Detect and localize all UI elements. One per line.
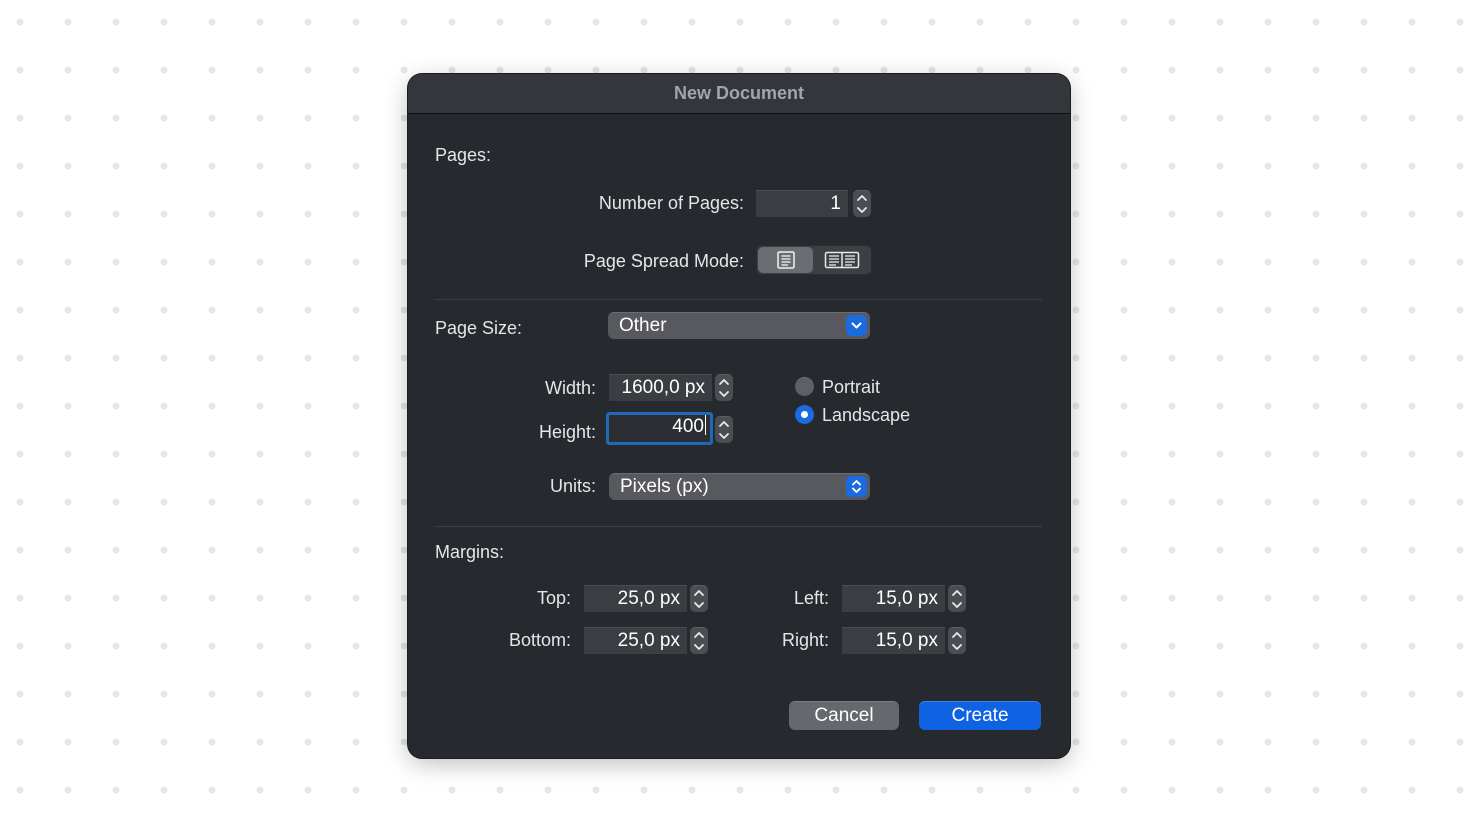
margin-top-stepper[interactable]	[690, 585, 708, 612]
double-page-icon	[824, 251, 860, 269]
page-spread-mode-segmented-control[interactable]	[756, 245, 872, 275]
new-document-dialog: New Document Pages: Number of Pages: 1 P…	[408, 74, 1070, 758]
margin-top-input[interactable]: 25,0 px	[584, 585, 687, 612]
number-of-pages-stepper[interactable]	[853, 190, 871, 217]
margin-bottom-stepper[interactable]	[690, 627, 708, 654]
stepper-down-icon[interactable]	[718, 390, 730, 398]
stepper-up-icon[interactable]	[951, 631, 963, 639]
page-size-popup[interactable]: Other	[608, 312, 870, 339]
stepper-up-icon[interactable]	[693, 631, 705, 639]
margin-left-label: Left:	[793, 588, 829, 608]
margin-right-stepper[interactable]	[948, 627, 966, 654]
create-button[interactable]: Create	[919, 701, 1041, 730]
stepper-up-icon[interactable]	[693, 589, 705, 597]
stepper-up-icon[interactable]	[718, 420, 730, 428]
chevron-down-icon	[846, 315, 867, 336]
margin-bottom-label: Bottom:	[508, 630, 571, 650]
number-of-pages-label: Number of Pages:	[598, 193, 744, 213]
landscape-radio[interactable]	[795, 405, 814, 424]
dialog-title: New Document	[408, 74, 1070, 114]
single-page-icon	[777, 251, 795, 269]
stepper-up-icon[interactable]	[951, 589, 963, 597]
margin-right-label: Right:	[781, 630, 829, 650]
stepper-down-icon[interactable]	[856, 206, 868, 214]
height-label: Height:	[538, 422, 596, 442]
text-caret	[705, 415, 706, 435]
margins-section-label: Margins:	[435, 542, 505, 562]
width-stepper[interactable]	[715, 374, 733, 401]
units-label: Units:	[549, 476, 596, 496]
height-input[interactable]: 400	[606, 412, 713, 445]
landscape-label[interactable]: Landscape	[822, 404, 910, 426]
units-value: Pixels (px)	[620, 476, 709, 497]
margin-left-input[interactable]: 15,0 px	[842, 585, 945, 612]
page-spread-mode-label: Page Spread Mode:	[583, 251, 744, 271]
pages-section-label: Pages:	[435, 145, 492, 165]
margin-top-label: Top:	[536, 588, 571, 608]
stepper-up-icon[interactable]	[718, 378, 730, 386]
stepper-down-icon[interactable]	[693, 643, 705, 651]
units-popup[interactable]: Pixels (px)	[609, 473, 870, 500]
stepper-down-icon[interactable]	[951, 643, 963, 651]
margin-left-stepper[interactable]	[948, 585, 966, 612]
width-input[interactable]: 1600,0 px	[609, 374, 712, 401]
margin-right-input[interactable]: 15,0 px	[842, 627, 945, 654]
portrait-radio[interactable]	[795, 377, 814, 396]
stepper-down-icon[interactable]	[693, 601, 705, 609]
cancel-button[interactable]: Cancel	[789, 701, 899, 730]
stepper-down-icon[interactable]	[718, 432, 730, 440]
double-page-spread-button[interactable]	[814, 247, 870, 273]
portrait-label[interactable]: Portrait	[822, 376, 880, 398]
section-divider	[435, 299, 1042, 300]
width-label: Width:	[544, 378, 596, 398]
number-of-pages-input[interactable]: 1	[756, 190, 848, 217]
height-value: 400	[672, 416, 704, 437]
stepper-down-icon[interactable]	[951, 601, 963, 609]
section-divider	[435, 526, 1042, 527]
page-size-value: Other	[619, 315, 667, 336]
stepper-up-icon[interactable]	[856, 194, 868, 202]
page-size-label: Page Size:	[435, 318, 523, 338]
margin-bottom-input[interactable]: 25,0 px	[584, 627, 687, 654]
chevron-up-down-icon	[846, 476, 867, 497]
height-stepper[interactable]	[715, 416, 733, 443]
single-page-spread-button[interactable]	[758, 247, 813, 273]
